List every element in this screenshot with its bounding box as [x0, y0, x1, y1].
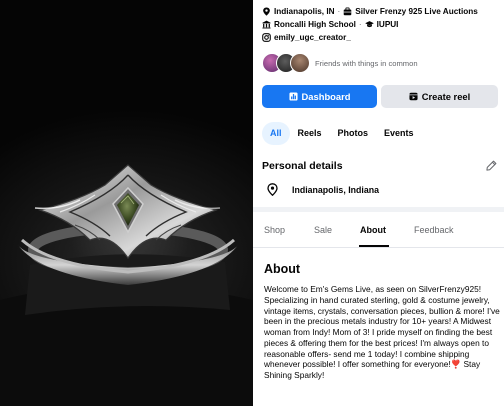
school-link[interactable]: Roncalli High School — [274, 20, 356, 29]
dashboard-label: Dashboard — [301, 91, 351, 102]
about-heading: About — [264, 262, 301, 276]
chip-events[interactable]: Events — [376, 122, 422, 145]
separator: · — [337, 7, 341, 16]
create-reel-label: Create reel — [421, 91, 471, 102]
mutual-friends[interactable]: Friends with things in common — [262, 52, 418, 74]
page-tabs: Shop Sale About Feedback — [253, 212, 504, 248]
personal-details-heading: Personal details — [262, 160, 343, 172]
info-row-location-work: Indianapolis, IN · Silver Frenzy 925 Liv… — [262, 5, 478, 18]
heart-emoji: ❣️ — [450, 359, 462, 370]
ring-photo[interactable] — [0, 0, 253, 406]
location-text: Indianapolis, Indiana — [292, 184, 380, 195]
college-link[interactable]: IUPUI — [377, 20, 399, 29]
ring-illustration — [0, 164, 253, 406]
content-filter-chips: All Reels Photos Events — [262, 122, 422, 145]
tab-about[interactable]: About — [360, 225, 386, 235]
active-tab-indicator — [359, 245, 389, 247]
school-icon — [262, 20, 271, 29]
chip-photos[interactable]: Photos — [330, 122, 377, 145]
tab-sale[interactable]: Sale — [314, 225, 332, 235]
city-text: Indianapolis, IN — [274, 7, 335, 16]
dashboard-button[interactable]: Dashboard — [262, 85, 377, 108]
info-row-instagram: emily_ugc_creator_ — [262, 31, 351, 44]
profile-panel: Indianapolis, IN · Silver Frenzy 925 Liv… — [253, 0, 504, 406]
chip-reels[interactable]: Reels — [290, 122, 330, 145]
personal-details-location: Indianapolis, Indiana — [267, 183, 379, 196]
tab-feedback[interactable]: Feedback — [414, 225, 454, 235]
tab-shop[interactable]: Shop — [264, 225, 285, 235]
create-reel-button[interactable]: Create reel — [381, 85, 498, 108]
edit-pencil-icon[interactable] — [486, 160, 497, 171]
workplace-link[interactable]: Silver Frenzy 925 Live Auctions — [355, 7, 478, 16]
chip-all[interactable]: All — [262, 122, 290, 145]
separator: · — [358, 20, 362, 29]
location-pin-icon — [263, 7, 270, 16]
instagram-icon — [262, 33, 271, 42]
about-description: Welcome to Em's Gems Live, as seen on Si… — [264, 284, 500, 381]
instagram-link[interactable]: emily_ugc_creator_ — [274, 33, 351, 42]
graduation-cap-icon — [364, 21, 374, 28]
reel-icon — [409, 92, 418, 101]
info-row-education: Roncalli High School · IUPUI — [262, 18, 398, 31]
briefcase-icon — [343, 7, 352, 16]
about-text: Welcome to Em's Gems Live, as seen on Si… — [264, 284, 500, 370]
friend-avatar — [290, 53, 310, 73]
location-pin-icon — [267, 183, 278, 196]
dashboard-icon — [288, 92, 298, 101]
friends-in-common-text: Friends with things in common — [315, 58, 418, 68]
